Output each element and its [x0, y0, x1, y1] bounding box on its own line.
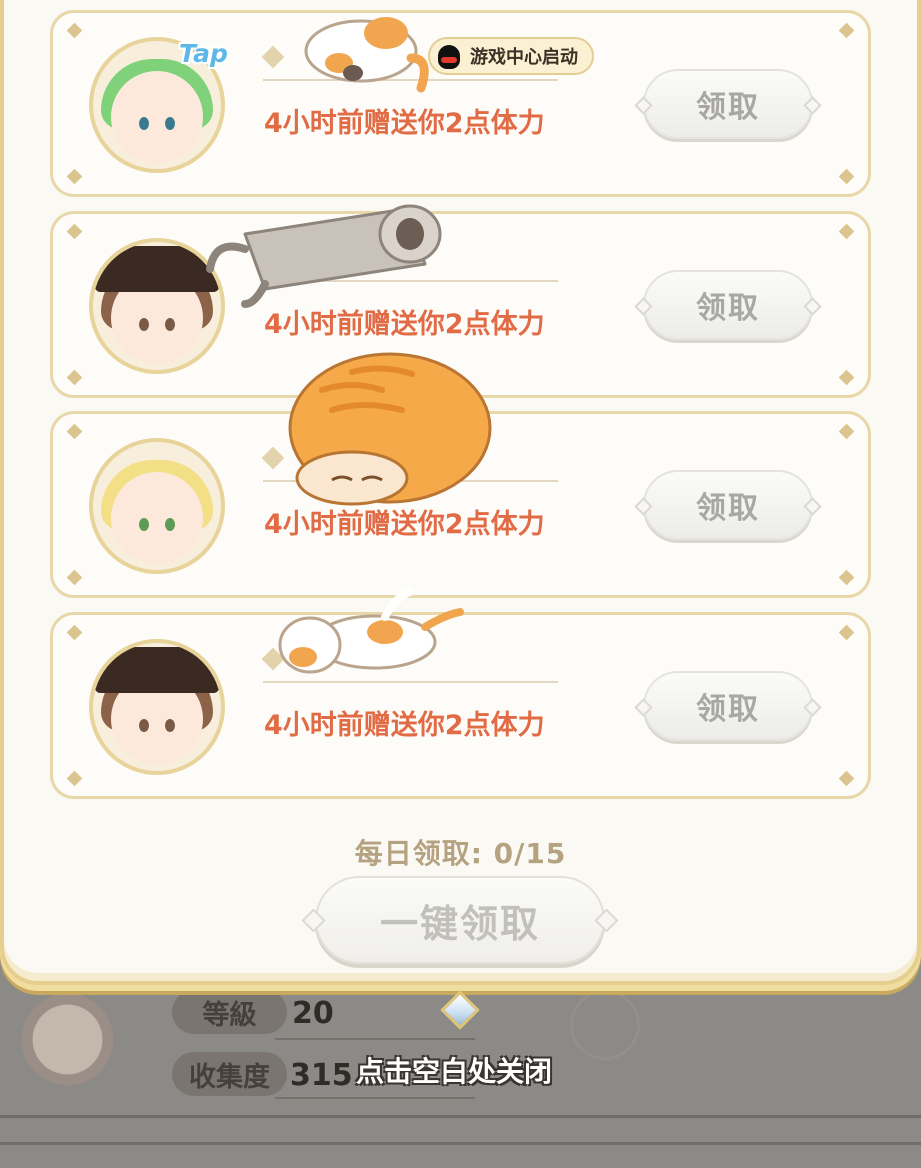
avatar-eye [139, 318, 149, 331]
game-center-tag-label: 游戏中心启动 [470, 47, 578, 68]
background-avatar [0, 990, 135, 1100]
avatar-eye [139, 518, 149, 531]
corner-ornament [66, 369, 83, 386]
avatar-eye [139, 117, 149, 130]
claim-button[interactable]: 领取 [634, 69, 822, 139]
friend-avatar[interactable] [89, 639, 225, 775]
sleeping-cat-sticker [304, 17, 429, 93]
collection-label: 收集度 [172, 1052, 287, 1096]
button-diamond-icon [803, 96, 822, 115]
corner-ornament [66, 770, 83, 787]
level-value: 20 [292, 996, 334, 1031]
avatar-eye [165, 318, 175, 331]
corner-ornament [838, 423, 855, 440]
avatar-face [111, 71, 203, 163]
button-diamond-icon [634, 497, 653, 516]
claim-button[interactable]: 领取 [634, 270, 822, 340]
game-center-tag: 游戏中心启动 [428, 37, 594, 75]
corner-ornament [66, 223, 83, 240]
button-diamond-icon [634, 297, 653, 316]
friend-gift-card: 4小时前赠送你2点体力 领取 [50, 588, 871, 799]
avatar-hat [95, 647, 219, 693]
curled-orange-cat-sticker [288, 352, 492, 506]
button-diamond-icon [634, 96, 653, 115]
friend-gift-card: Tap 游戏中心启动 4小时前赠送你2点体力 领取 [50, 10, 871, 197]
corner-ornament [838, 22, 855, 39]
claim-button-label: 领取 [696, 692, 760, 727]
close-hint[interactable]: 点击空白处关闭 [356, 1050, 552, 1090]
background-decoration [570, 990, 640, 1060]
friend-avatar[interactable] [89, 438, 225, 574]
lying-cat-sticker [278, 588, 464, 674]
corner-ornament [838, 168, 855, 185]
avatar-eye [165, 518, 175, 531]
claim-button-label: 领取 [696, 90, 760, 125]
qq-penguin-icon [438, 45, 460, 69]
claim-button-label: 领取 [696, 291, 760, 326]
level-label: 等級 [172, 990, 287, 1034]
collection-value: 315 [290, 1058, 353, 1093]
corner-ornament [838, 369, 855, 386]
avatar-hat [95, 246, 219, 292]
name-diamond-icon [261, 45, 285, 69]
gift-text: 4小时前赠送你2点体力 [264, 108, 545, 139]
button-diamond-icon [803, 297, 822, 316]
divider [275, 1038, 475, 1040]
claim-all-button[interactable]: 一键领取 [301, 876, 619, 964]
background-bottom-bar [0, 1115, 921, 1145]
corner-ornament [66, 423, 83, 440]
corner-ornament [66, 22, 83, 39]
tap-badge: Tap [179, 39, 228, 68]
button-diamond-icon [634, 698, 653, 717]
avatar-eye [165, 719, 175, 732]
claim-button[interactable]: 领取 [634, 671, 822, 741]
corner-ornament [66, 168, 83, 185]
avatar-eye [139, 719, 149, 732]
gift-text: 4小时前赠送你2点体力 [264, 710, 545, 741]
claim-button[interactable]: 领取 [634, 470, 822, 540]
stretching-cat-sticker [206, 204, 442, 308]
avatar-eye [165, 117, 175, 130]
corner-ornament [838, 770, 855, 787]
corner-ornament [838, 569, 855, 586]
claim-all-label: 一键领取 [379, 901, 540, 946]
corner-ornament [838, 624, 855, 641]
claim-button-label: 领取 [696, 491, 760, 526]
divider [275, 1097, 475, 1099]
corner-ornament [66, 569, 83, 586]
daily-claim-count: 每日领取: 0/15 [354, 837, 567, 870]
avatar-face [111, 472, 203, 564]
corner-ornament [838, 223, 855, 240]
button-diamond-icon [803, 698, 822, 717]
name-diamond-icon [261, 446, 285, 470]
button-diamond-icon [803, 497, 822, 516]
corner-ornament [66, 624, 83, 641]
